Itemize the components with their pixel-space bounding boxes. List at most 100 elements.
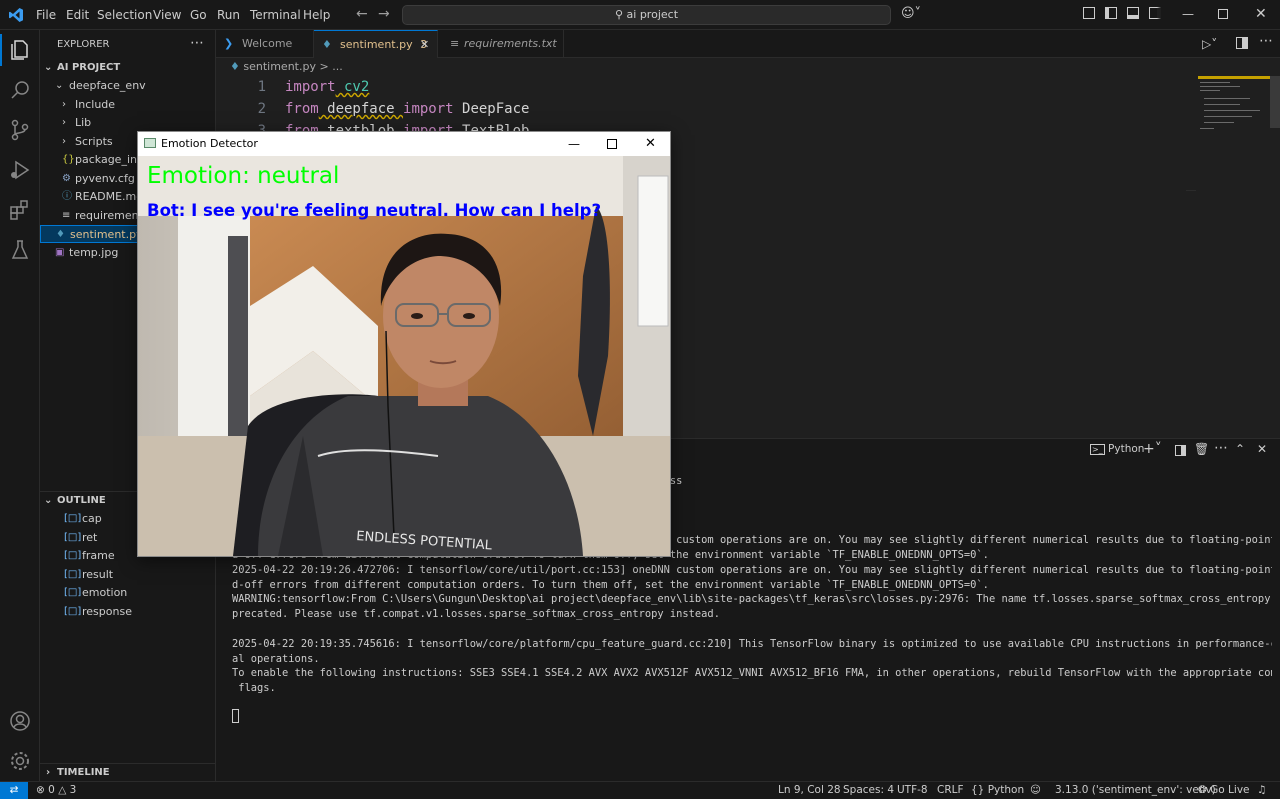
chevron-down-icon: ⌄ (44, 495, 53, 506)
go-live-button[interactable]: ❂ Go Live (1198, 782, 1250, 799)
close-tab-icon[interactable]: ✕ (420, 31, 429, 59)
terminal-line: flags. (232, 682, 276, 695)
more-actions-icon[interactable]: ⋯ (1214, 440, 1228, 456)
account-icon[interactable] (8, 709, 32, 733)
braces-icon: {} (971, 784, 985, 796)
outline-item-result[interactable]: [□] result (40, 566, 216, 584)
menu-terminal[interactable]: Terminal (250, 8, 301, 22)
project-root[interactable]: ⌄ AI PROJECT (40, 59, 216, 77)
minimap-line (1204, 98, 1250, 99)
editor-divider (1186, 190, 1196, 191)
info-icon: ⓘ (62, 191, 72, 202)
cursor-position[interactable]: Ln 9, Col 28 (778, 782, 841, 799)
timeline-header[interactable]: › TIMELINE (40, 763, 216, 781)
language-mode[interactable]: {} Python (971, 782, 1024, 799)
trash-icon[interactable]: 🗑 (1194, 442, 1209, 456)
run-file-icon[interactable]: ▷˅ (1202, 37, 1217, 51)
maximize-panel-icon[interactable]: ⌃ (1235, 442, 1245, 456)
menu-selection[interactable]: Selection (97, 8, 152, 22)
python-interpreter[interactable]: 3.13.0 ('sentiment_env': venv) (1055, 782, 1216, 799)
outline-item-label: response (82, 604, 132, 618)
editor-tabs: ❯ Welcome ♦ sentiment.py 3 ✕ ≡ requireme… (216, 30, 1280, 59)
minimize-icon[interactable]: — (568, 132, 580, 156)
outline-item-label: ret (82, 530, 98, 544)
image-icon: ▣ (55, 246, 65, 258)
restore-icon[interactable] (1218, 9, 1228, 19)
terminal-shell-selector[interactable]: >_ Python (1090, 443, 1144, 455)
back-arrow-icon[interactable]: ← (356, 6, 368, 22)
gear-icon: ⚙ (62, 172, 71, 184)
chevron-right-icon: › (62, 117, 66, 128)
more-actions-icon[interactable]: ⋯ (190, 35, 204, 51)
chevron-down-icon: ⌄ (44, 62, 53, 73)
language-name: Python (987, 784, 1025, 796)
more-actions-icon[interactable]: ⋯ (1259, 33, 1273, 49)
menu-help[interactable]: Help (303, 8, 330, 22)
breadcrumb-file[interactable]: sentiment.py (243, 60, 316, 73)
encoding[interactable]: UTF-8 (897, 782, 928, 799)
chevron-down-icon: ⌄ (55, 80, 64, 91)
vscode-icon: ❯ (224, 37, 234, 50)
toggle-panel-icon[interactable] (1127, 7, 1139, 19)
project-name: AI PROJECT (57, 62, 121, 73)
search-icon[interactable] (8, 78, 32, 102)
source-control-icon[interactable] (8, 118, 32, 142)
run-debug-icon[interactable] (8, 158, 32, 182)
terminal-line: 2025-04-22 20:19:26.472706: I tensorflow… (232, 563, 1272, 576)
terminal-line: 2025-04-22 20:19:35.745616: I tensorflow… (232, 637, 1272, 650)
toggle-secondary-sidebar-icon[interactable] (1149, 7, 1161, 19)
active-indicator (0, 34, 2, 66)
copilot-status-icon[interactable]: ☺ (1030, 782, 1041, 799)
new-terminal-icon[interactable]: +˅ (1143, 441, 1162, 457)
json-icon: {} (62, 154, 75, 165)
warning-icon: △ (58, 784, 67, 796)
settings-gear-icon[interactable] (8, 749, 32, 773)
minimap-line (1200, 82, 1230, 83)
tab-requirements-txt[interactable]: ≡ requirements.txt (438, 30, 564, 58)
toggle-sidebar-icon[interactable] (1105, 7, 1117, 19)
variable-icon: [□] (64, 605, 82, 617)
close-icon[interactable]: ✕ (645, 132, 656, 156)
menu-go[interactable]: Go (190, 8, 207, 22)
tree-item-include[interactable]: › Include (40, 96, 216, 114)
indentation[interactable]: Spaces: 4 (843, 782, 894, 799)
layout-customize-icon[interactable] (1083, 7, 1095, 19)
minimap[interactable] (1198, 76, 1270, 136)
remote-indicator-icon[interactable]: ⇄ (0, 782, 28, 799)
menu-file[interactable]: File (36, 8, 56, 22)
extensions-icon[interactable] (8, 198, 32, 222)
split-terminal-icon[interactable] (1175, 445, 1186, 456)
editor-scrollbar[interactable] (1270, 76, 1280, 128)
forward-arrow-icon[interactable]: → (378, 6, 390, 22)
minimap-line (1200, 90, 1220, 91)
menu-run[interactable]: Run (217, 8, 240, 22)
breadcrumb-more[interactable]: ... (332, 60, 343, 73)
terminal-icon: >_ (1090, 444, 1105, 455)
tree-item-deepface-env[interactable]: ⌄ deepface_env (40, 77, 216, 95)
copilot-icon[interactable]: ☺˅ (901, 6, 921, 21)
command-center-search[interactable]: ⚲ ai project (402, 5, 891, 25)
line-endings[interactable]: CRLF (937, 782, 964, 799)
terminal-cursor[interactable] (232, 709, 239, 723)
maximize-icon[interactable] (607, 139, 617, 149)
explorer-icon[interactable] (8, 38, 32, 62)
outline-item-emotion[interactable]: [□] emotion (40, 584, 216, 602)
split-editor-icon[interactable] (1236, 37, 1248, 49)
menu-view[interactable]: View (153, 8, 181, 22)
menu-edit[interactable]: Edit (66, 8, 89, 22)
tab-sentiment-py[interactable]: ♦ sentiment.py 3 ✕ (314, 30, 438, 59)
chevron-right-icon: › (62, 98, 66, 110)
close-panel-icon[interactable]: ✕ (1257, 442, 1267, 456)
tree-item-label: pyvenv.cfg (75, 171, 135, 185)
tree-item-lib[interactable]: › Lib (40, 114, 216, 132)
emotion-label: Emotion: neutral (147, 163, 339, 189)
window-title-bar[interactable]: Emotion Detector — ✕ (138, 132, 670, 156)
close-icon[interactable]: ✕ (1255, 6, 1267, 22)
tab-welcome[interactable]: ❯ Welcome (216, 30, 314, 58)
minimize-icon[interactable]: — (1182, 7, 1194, 21)
notifications-bell-icon[interactable]: ♫ (1257, 782, 1266, 799)
outline-item-response[interactable]: [□] response (40, 603, 216, 621)
problems-indicator[interactable]: ⊗ 0 △ 3 (36, 782, 76, 799)
testing-icon[interactable] (8, 238, 32, 262)
variable-icon: [□] (64, 568, 82, 580)
